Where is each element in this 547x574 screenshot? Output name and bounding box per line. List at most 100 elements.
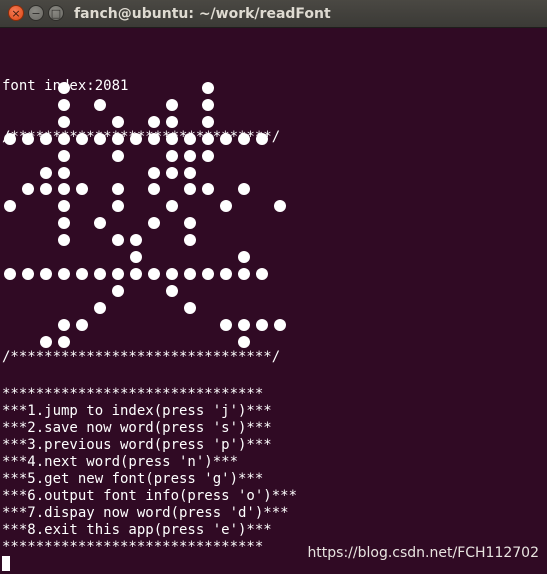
glyph-dot: [58, 234, 70, 247]
glyph-dot: [202, 115, 214, 128]
glyph-dot: [112, 115, 124, 128]
glyph-dot: [166, 267, 178, 280]
menu-line: ***8.exit this app(press 'e')***: [2, 522, 272, 538]
glyph-dot: [238, 251, 250, 263]
glyph-dot: [184, 217, 196, 230]
glyph-dot: [130, 267, 142, 280]
bitmap-glyph: [0, 79, 286, 349]
glyph-dot: [148, 132, 160, 145]
glyph-dot: [184, 234, 196, 247]
glyph-dot: [94, 132, 106, 145]
menu-list: ******************************* ***1.jump…: [2, 386, 297, 556]
glyph-dot: [4, 200, 16, 213]
glyph-dot: [184, 132, 196, 145]
border-bottom: /*******************************/: [2, 349, 281, 365]
glyph-dot: [58, 200, 70, 213]
menu-line: ***1.jump to index(press 'j')***: [2, 403, 272, 419]
glyph-dot: [166, 132, 178, 145]
glyph-dot: [58, 318, 70, 331]
menu-line: ***6.output font info(press 'o')***: [2, 488, 298, 504]
glyph-dot: [274, 200, 286, 213]
glyph-dot: [40, 267, 52, 280]
glyph-dot: [112, 132, 124, 145]
glyph-dot: [184, 149, 196, 162]
glyph-dot: [238, 267, 250, 280]
glyph-dot: [184, 183, 196, 196]
glyph-dot: [238, 132, 250, 145]
title-bar: × − □ fanch@ubuntu: ~/work/readFont: [0, 0, 547, 28]
glyph-dot: [40, 183, 52, 196]
glyph-dot: [202, 98, 214, 111]
glyph-dot: [112, 200, 124, 213]
glyph-dot: [76, 267, 88, 280]
glyph-dot: [238, 335, 250, 348]
glyph-dot: [112, 267, 124, 280]
menu-line: ***3.previous word(press 'p')***: [2, 437, 272, 453]
glyph-dot: [238, 183, 250, 196]
text-cursor: [2, 556, 10, 571]
close-icon: ×: [11, 6, 21, 20]
glyph-dot: [112, 284, 124, 297]
glyph-dot: [76, 183, 88, 196]
menu-line: ***7.dispay now word(press 'd')***: [2, 505, 289, 521]
glyph-dot: [58, 82, 70, 94]
glyph-dot: [220, 132, 232, 145]
glyph-dot: [58, 217, 70, 230]
glyph-dot: [94, 301, 106, 314]
glyph-dot: [166, 284, 178, 297]
menu-line: ***5.get new font(press 'g')***: [2, 471, 264, 487]
glyph-dot: [166, 200, 178, 213]
glyph-dot: [148, 267, 160, 280]
glyph-dot: [166, 115, 178, 128]
glyph-dot: [22, 183, 34, 196]
glyph-dot: [184, 267, 196, 280]
glyph-dot: [256, 132, 268, 145]
glyph-dot: [58, 98, 70, 111]
glyph-dot: [202, 82, 214, 94]
glyph-dot: [256, 318, 268, 331]
close-button[interactable]: ×: [8, 5, 24, 21]
glyph-dot: [148, 217, 160, 230]
glyph-dot: [184, 166, 196, 179]
glyph-dot: [58, 335, 70, 348]
glyph-dot: [58, 115, 70, 128]
glyph-dot: [256, 267, 268, 280]
glyph-dot: [112, 149, 124, 162]
glyph-dot: [220, 267, 232, 280]
glyph-dot: [4, 267, 16, 280]
menu-line: ***2.save now word(press 's')***: [2, 420, 272, 436]
glyph-dot: [76, 132, 88, 145]
glyph-dot: [112, 183, 124, 196]
glyph-dot: [148, 115, 160, 128]
maximize-icon: □: [50, 6, 62, 20]
glyph-dot: [58, 166, 70, 179]
glyph-dot: [130, 132, 142, 145]
watermark: https://blog.csdn.net/FCH112702: [307, 545, 539, 561]
glyph-dot: [148, 166, 160, 179]
glyph-dot: [112, 234, 124, 247]
glyph-dot: [166, 149, 178, 162]
minimize-button[interactable]: −: [28, 5, 44, 21]
glyph-dot: [4, 132, 16, 145]
glyph-dot: [202, 183, 214, 196]
menu-line: ***4.next word(press 'n')***: [2, 454, 239, 470]
glyph-dot: [58, 267, 70, 280]
glyph-dot: [58, 183, 70, 196]
glyph-dot: [58, 149, 70, 162]
glyph-dot: [202, 132, 214, 145]
glyph-dot: [40, 132, 52, 145]
glyph-dot: [166, 166, 178, 179]
minimize-icon: −: [31, 6, 41, 20]
glyph-dot: [94, 98, 106, 111]
glyph-dot: [220, 200, 232, 213]
glyph-dot: [202, 267, 214, 280]
glyph-dot: [130, 234, 142, 247]
terminal-window: × − □ fanch@ubuntu: ~/work/readFont font…: [0, 0, 547, 574]
maximize-button[interactable]: □: [48, 5, 64, 21]
glyph-dot: [58, 132, 70, 145]
glyph-dot: [238, 318, 250, 331]
glyph-dot: [220, 318, 232, 331]
glyph-dot: [40, 335, 52, 348]
glyph-dot: [22, 132, 34, 145]
glyph-dot: [148, 183, 160, 196]
